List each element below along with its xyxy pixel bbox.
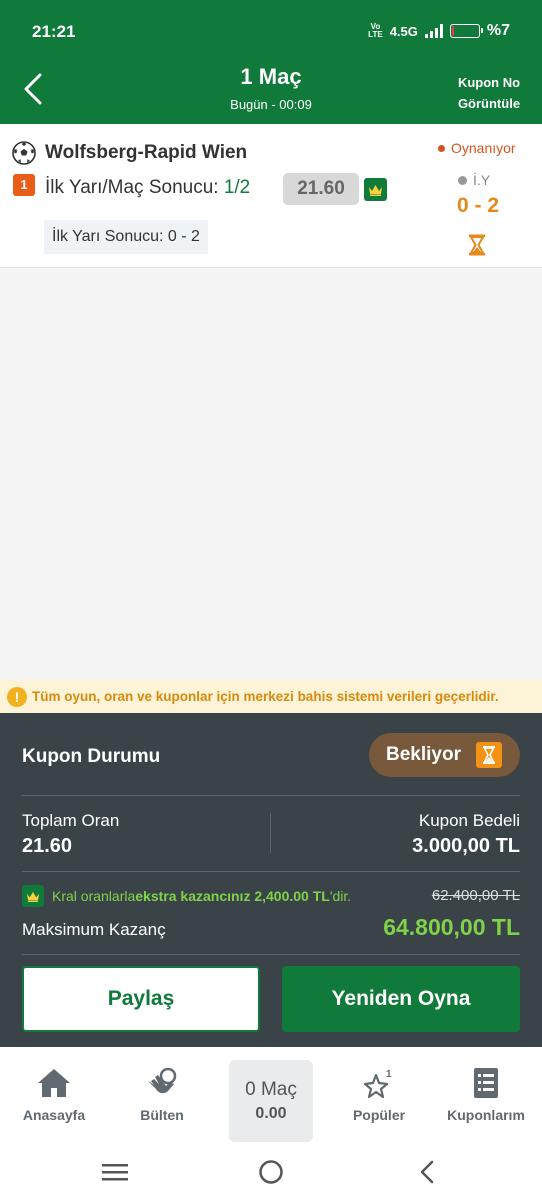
soccer-ball-icon — [12, 141, 36, 165]
divider — [22, 795, 520, 796]
live-status-label: Oynanıyor — [451, 140, 516, 156]
nav-bulletin-label: Bülten — [140, 1107, 184, 1123]
odd-value: 21.60 — [283, 173, 359, 205]
coupon-status-title: Kupon Durumu — [22, 746, 161, 767]
match-index-badge: 1 — [13, 174, 35, 196]
share-button[interactable]: Paylaş — [22, 966, 260, 1032]
live-status: Oynanıyor — [438, 140, 516, 156]
hourglass-icon — [469, 234, 485, 256]
coupon-match-count: 0 Maç — [245, 1079, 297, 1100]
nav-popular[interactable]: 1 Popüler — [329, 1067, 429, 1123]
max-winning-value: 64.800,00 TL — [383, 914, 520, 940]
crown-icon — [364, 178, 387, 201]
info-banner: ! Tüm oyun, oran ve kuponlar için merkez… — [0, 680, 542, 713]
popular-star-icon: 1 — [363, 1069, 392, 1099]
hourglass-icon — [476, 742, 502, 768]
stake-value: 3.000,00 TL — [412, 835, 520, 857]
king-odds-note: Kral oranlarla ekstra kazancınız 2,400.0… — [22, 885, 351, 907]
old-winning-value: 62.400,00 TL — [431, 887, 520, 904]
coupon-list-icon — [474, 1068, 498, 1098]
home-circle-icon[interactable] — [258, 1159, 284, 1185]
nav-my-coupons-label: Kuponlarım — [447, 1107, 525, 1123]
vertical-divider — [270, 813, 271, 853]
crown-icon — [22, 885, 44, 907]
total-odd-label: Toplam Oran — [22, 811, 120, 830]
coupon-status-badge: Bekliyor — [369, 733, 520, 777]
signal-icon — [424, 24, 443, 38]
app-header: 1 Maç Bugün - 00:09 Kupon No Görüntüle — [0, 60, 542, 124]
replay-button[interactable]: Yeniden Oyna — [282, 966, 520, 1032]
recent-apps-icon[interactable] — [102, 1162, 128, 1182]
coupon-panel: Kupon Durumu Bekliyor Toplam Oran 21.60 … — [0, 713, 542, 1047]
status-time: 21:21 — [32, 22, 76, 41]
top-bar: 21:21 Vo LTE 4.5G %7 1 Maç Bugün - 00:09 … — [0, 0, 542, 124]
bottom-nav: Anasayfa Bülten 0 Maç 0.00 1 Popüler Kup… — [0, 1047, 542, 1144]
empty-area — [0, 269, 542, 679]
king-text-3: 'dir. — [329, 888, 352, 904]
match-title: Wolfsberg-Rapid Wien — [45, 142, 248, 163]
volte-icon: Vo LTE — [368, 22, 383, 39]
nav-bulletin[interactable]: Bülten — [112, 1067, 212, 1123]
coupon-amount: 0.00 — [255, 1105, 287, 1122]
network-label: 4.5G — [389, 23, 418, 39]
divider — [22, 954, 520, 955]
match-card[interactable]: Wolfsberg-Rapid Wien Oynanıyor 1 İlk Yar… — [0, 124, 542, 268]
system-nav-bar — [0, 1144, 542, 1200]
half-time-result: İlk Yarı Sonucu: 0 - 2 — [44, 220, 208, 254]
battery-fill — [451, 26, 454, 36]
info-text: Tüm oyun, oran ve kuponlar için merkezi … — [32, 689, 499, 704]
status-icons: Vo LTE 4.5G %7 — [368, 22, 510, 40]
king-text-1: Kral oranlarla — [52, 888, 136, 904]
bet-pick: 1/2 — [223, 177, 251, 198]
nav-home-label: Anasayfa — [22, 1107, 86, 1123]
stake-label: Kupon Bedeli — [418, 811, 520, 830]
live-score: 0 - 2 — [456, 194, 500, 217]
info-icon: ! — [7, 686, 27, 707]
divider — [22, 871, 520, 872]
nav-popular-label: Popüler — [352, 1107, 406, 1123]
bet-line: İlk Yarı/Maç Sonucu: 1/2 — [45, 177, 250, 199]
coupon-summary-button[interactable]: 0 Maç 0.00 — [229, 1060, 313, 1142]
kupon-no-button[interactable]: Kupon No Görüntüle — [456, 72, 522, 114]
system-back-icon[interactable] — [418, 1160, 436, 1184]
period-text: İ.Y — [473, 172, 491, 188]
battery-percent: %7 — [486, 22, 510, 39]
home-icon — [38, 1069, 70, 1097]
total-odd-value: 21.60 — [22, 835, 73, 857]
live-dot-icon — [438, 144, 445, 152]
nav-my-coupons[interactable]: Kuponlarım — [436, 1067, 536, 1123]
max-winning-label: Maksimum Kazanç — [22, 920, 166, 939]
coupon-status-label: Bekliyor — [386, 744, 461, 765]
status-bar: 21:21 Vo LTE 4.5G %7 — [0, 0, 542, 60]
clock-icon — [458, 175, 467, 185]
nav-home[interactable]: Anasayfa — [4, 1067, 104, 1123]
hand-ball-icon — [148, 1067, 177, 1094]
bet-type-label: İlk Yarı/Maç Sonucu: — [45, 177, 224, 198]
period-label: İ.Y — [458, 172, 490, 188]
battery-icon — [449, 24, 483, 38]
king-text-2: ekstra kazancınız 2,400.00 TL — [135, 888, 330, 904]
popular-badge: 1 — [386, 1069, 392, 1080]
